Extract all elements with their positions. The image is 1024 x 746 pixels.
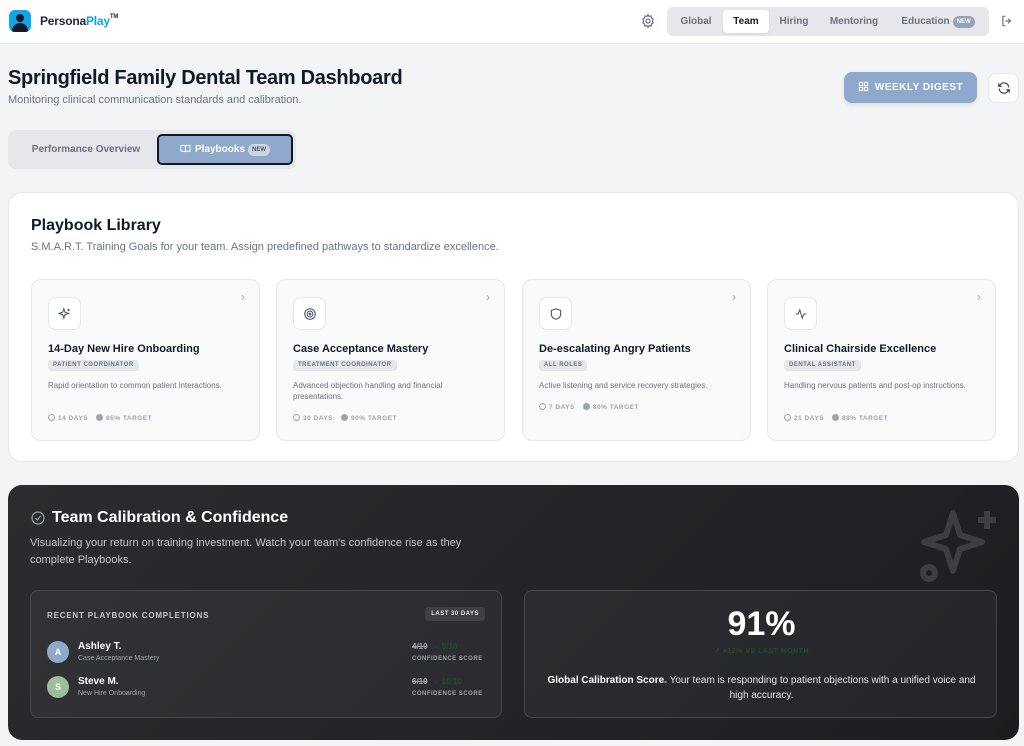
tab-hiring[interactable]: Hiring [773,10,815,33]
sparkles-icon [920,510,996,582]
card-title: 14-Day New Hire Onboarding [48,343,200,355]
tab-playbooks[interactable]: Playbooks NEW [157,134,293,165]
target-dot-icon [341,414,348,421]
playbook-card[interactable]: › 14-Day New Hire Onboarding PATIENT COO… [31,279,260,441]
member-course: Case Acceptance Mastery [78,655,160,662]
chevron-right-icon: › [732,290,736,304]
weekly-digest-button[interactable]: WEEKLY DIGEST [844,72,977,103]
logout-icon[interactable] [1000,14,1014,28]
playbook-library: Playbook Library S.M.A.R.T. Training Goa… [8,192,1019,462]
target-icon [293,297,326,330]
card-title: Case Acceptance Mastery [293,343,429,355]
member-name: Ashley T. [78,641,122,652]
clock-icon [539,403,546,410]
card-title: De-escalating Angry Patients [539,343,691,355]
score-delta: ↗ +12% VS LAST MONTH [713,648,810,655]
page-title: Springfield Family Dental Team Dashboard [8,67,403,89]
grid-icon [858,81,869,92]
tab-mentoring[interactable]: Mentoring [823,10,885,33]
confidence-score: 4/10 → 9/10 [412,642,458,651]
card-description: Rapid orientation to common patient inte… [48,381,222,390]
library-subtitle: S.M.A.R.T. Training Goals for your team.… [31,241,499,253]
tab-team[interactable]: Team [723,10,769,33]
tab-education[interactable]: Education NEW [893,10,983,33]
playbook-card[interactable]: › De-escalating Angry Patients ALL ROLES… [522,279,751,441]
clock-icon [293,414,300,421]
score-label: CONFIDENCE SCORE [412,656,483,662]
refresh-icon [998,82,1010,94]
brand-name[interactable]: PersonaPlayTM [40,14,118,28]
persona-logo-icon[interactable] [9,10,31,32]
chevron-right-icon: › [241,290,245,304]
global-score-value: 91% [727,605,796,643]
clock-icon [48,414,55,421]
score-label: CONFIDENCE SCORE [412,691,483,697]
chevron-right-icon: › [977,290,981,304]
top-bar: PersonaPlayTM Global Team Hiring Mentori… [0,0,1024,44]
role-badge: PATIENT COORDINATOR [48,360,139,371]
global-score-panel: 91% ↗ +12% VS LAST MONTH Global Calibrat… [524,590,997,718]
card-meta: 21 DAYS 88% TARGET [784,414,888,422]
target-dot-icon [582,403,590,410]
team-calibration-section: Team Calibration & Confidence Visualizin… [8,485,1019,740]
chevron-right-icon: › [486,290,490,304]
check-circle-icon [31,511,45,525]
main-nav: Global Team Hiring Mentoring Education NE… [667,7,989,36]
view-tabs: Performance Overview Playbooks NEW [8,130,296,169]
recent-heading: RECENT PLAYBOOK COMPLETIONS [47,611,210,620]
member-course: New Hire Onboarding [78,690,146,697]
avatar: A [47,641,69,663]
new-badge: NEW [248,144,271,156]
role-badge: ALL ROLES [539,360,588,371]
book-open-icon [180,144,191,153]
refresh-button[interactable] [988,73,1019,103]
calibration-subtitle: Visualizing your return on training inve… [30,537,462,566]
new-badge: NEW [952,16,975,28]
playbook-card[interactable]: › Clinical Chairside Excellence DENTAL A… [767,279,996,441]
card-title: Clinical Chairside Excellence [784,343,937,355]
avatar: S [47,676,69,698]
playbook-card[interactable]: › Case Acceptance Mastery TREATMENT COOR… [276,279,505,441]
list-item: A Ashley T. Case Acceptance Mastery 4/10… [47,640,487,666]
recent-completions-panel: RECENT PLAYBOOK COMPLETIONS LAST 30 DAYS… [30,590,502,718]
target-dot-icon [96,414,103,421]
card-meta: 7 DAYS 80% TARGET [539,403,639,411]
card-meta: 30 DAYS 90% TARGET [293,414,397,422]
list-item: S Steve M. New Hire Onboarding 6/10 → 10/… [47,675,487,701]
role-badge: DENTAL ASSISTANT [784,360,861,371]
shield-icon [539,297,572,330]
activity-icon [784,297,817,330]
card-description: Advanced objection handling and financia… [293,381,443,401]
target-dot-icon [832,414,839,421]
sparkles-icon [48,297,81,330]
member-name: Steve M. [78,676,119,687]
confidence-score: 6/10 → 10/10 [412,677,462,686]
calibration-title: Team Calibration & Confidence [52,509,289,526]
page-subtitle: Monitoring clinical communication standa… [8,94,302,106]
card-meta: 14 DAYS 85% TARGET [48,414,152,422]
card-description: Active listening and service recovery st… [539,381,708,390]
library-title: Playbook Library [31,217,161,234]
tab-global[interactable]: Global [673,10,719,33]
role-badge: TREATMENT COORDINATOR [293,360,397,371]
global-score-description: Global Calibration Score. Your team is r… [547,675,976,701]
tab-performance-overview[interactable]: Performance Overview [16,135,156,164]
clock-icon [784,414,791,421]
date-range-badge[interactable]: LAST 30 DAYS [425,607,485,621]
gear-icon[interactable] [640,13,656,29]
card-description: Handling nervous patients and post-op in… [784,381,966,390]
